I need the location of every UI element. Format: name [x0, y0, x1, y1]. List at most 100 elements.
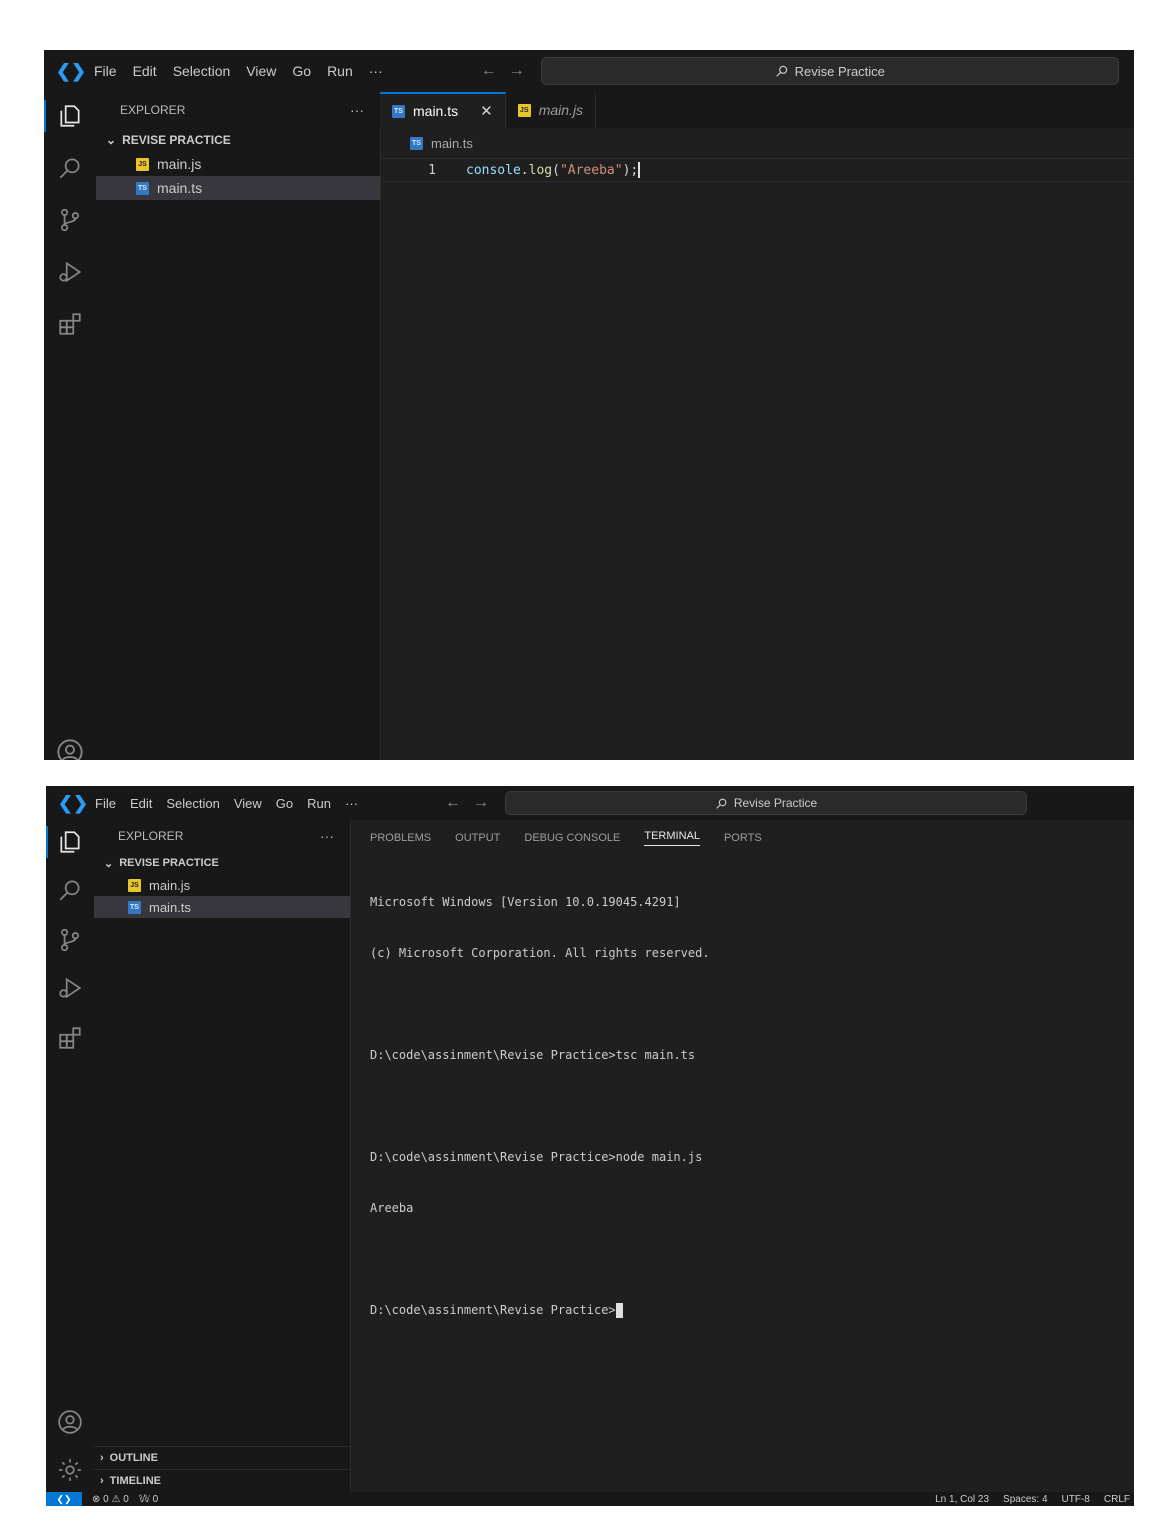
- menu-more[interactable]: ···: [338, 796, 365, 811]
- file-item-main-js[interactable]: JS main.js: [96, 152, 380, 176]
- js-file-icon: JS: [517, 103, 531, 117]
- tab-label: main.ts: [413, 103, 459, 119]
- token-function: log: [528, 162, 553, 178]
- breadcrumb-file: main.ts: [431, 136, 473, 151]
- source-control-icon[interactable]: [44, 200, 96, 240]
- file-item-main-js[interactable]: JS main.js: [94, 874, 350, 896]
- token-close: );: [622, 162, 639, 178]
- close-icon[interactable]: ✕: [480, 102, 493, 120]
- menu-view[interactable]: View: [227, 796, 269, 811]
- title-bar: ❮❯ File Edit Selection View Go Run ··· ←…: [46, 786, 1134, 820]
- editor-tabs: TS main.ts ✕ JS main.js: [380, 92, 1134, 128]
- menu-selection[interactable]: Selection: [165, 63, 239, 79]
- back-arrow-icon[interactable]: ←: [445, 794, 461, 812]
- menu-go[interactable]: Go: [269, 796, 300, 811]
- explorer-icon[interactable]: [44, 96, 96, 136]
- tab-terminal[interactable]: TERMINAL: [644, 830, 700, 846]
- timeline-section[interactable]: › TIMELINE: [94, 1469, 350, 1492]
- source-control-icon[interactable]: [46, 920, 94, 960]
- cursor-position[interactable]: Ln 1, Col 23: [935, 1494, 989, 1505]
- token-open-paren: (: [552, 162, 560, 178]
- extensions-icon[interactable]: [44, 304, 96, 344]
- file-item-main-ts[interactable]: TS main.ts: [94, 896, 350, 918]
- menu-run[interactable]: Run: [319, 63, 361, 79]
- chevron-down-icon: ⌄: [104, 857, 114, 870]
- search-icon[interactable]: [44, 148, 96, 188]
- folder-label: REVISE PRACTICE: [119, 857, 219, 869]
- tab-debug-console[interactable]: DEBUG CONSOLE: [524, 832, 620, 844]
- js-file-icon: JS: [136, 157, 149, 171]
- tab-main-js[interactable]: JS main.js: [506, 92, 597, 128]
- search-label: Revise Practice: [794, 63, 885, 79]
- menu-go[interactable]: Go: [284, 63, 319, 79]
- tab-problems[interactable]: PROBLEMS: [370, 832, 431, 844]
- menu-run[interactable]: Run: [300, 796, 338, 811]
- terminal-line: Areeba: [370, 1201, 414, 1215]
- navigation-arrows: ← →: [481, 62, 525, 80]
- menu-selection[interactable]: Selection: [159, 796, 226, 811]
- account-icon[interactable]: [46, 1402, 94, 1442]
- terminal-prompt: D:\code\assinment\Revise Practice>: [370, 1303, 616, 1317]
- terminal-cursor: [615, 1303, 623, 1318]
- activity-bar: [44, 92, 97, 760]
- js-file-icon: JS: [128, 878, 141, 892]
- problems-status[interactable]: ⊗ 0 ⚠ 0: [92, 1494, 129, 1505]
- tab-ports[interactable]: PORTS: [724, 832, 762, 844]
- forward-arrow-icon[interactable]: →: [473, 794, 489, 812]
- settings-gear-icon[interactable]: [46, 1450, 94, 1490]
- ports-status[interactable]: 𝕎 0: [139, 1494, 158, 1505]
- remote-indicator-icon[interactable]: ❮❯: [46, 1492, 82, 1506]
- explorer-sidebar: EXPLORER ··· ⌄ REVISE PRACTICE JS main.j…: [96, 92, 381, 760]
- folder-revise-practice[interactable]: ⌄ REVISE PRACTICE: [96, 128, 380, 152]
- extensions-icon[interactable]: [46, 1018, 94, 1058]
- command-center-search[interactable]: Revise Practice: [505, 791, 1027, 815]
- explorer-more-button[interactable]: ···: [320, 828, 334, 844]
- terminal-output[interactable]: Microsoft Windows [Version 10.0.19045.42…: [370, 860, 1124, 1353]
- file-item-main-ts[interactable]: TS main.ts: [96, 176, 380, 200]
- file-label: main.js: [149, 877, 191, 893]
- folder-revise-practice[interactable]: ⌄ REVISE PRACTICE: [94, 852, 350, 874]
- menu-file[interactable]: File: [86, 63, 125, 79]
- file-label: main.ts: [149, 899, 191, 915]
- text-cursor: [638, 162, 641, 178]
- terminal-line: (c) Microsoft Corporation. All rights re…: [370, 946, 710, 960]
- vscode-logo-icon: ❮❯: [57, 792, 89, 813]
- line-ending[interactable]: CRLF: [1104, 1494, 1130, 1505]
- file-label: main.ts: [157, 180, 203, 196]
- token-object: console: [466, 162, 521, 178]
- run-debug-icon[interactable]: [46, 968, 94, 1008]
- explorer-more-button[interactable]: ···: [350, 102, 364, 118]
- back-arrow-icon[interactable]: ←: [481, 62, 497, 80]
- search-label: Revise Practice: [733, 796, 818, 810]
- tab-main-ts[interactable]: TS main.ts ✕: [380, 92, 506, 128]
- explorer-title: EXPLORER: [118, 829, 184, 843]
- forward-arrow-icon[interactable]: →: [509, 62, 525, 80]
- breadcrumb[interactable]: TS main.ts: [410, 136, 473, 151]
- menu-edit[interactable]: Edit: [123, 796, 159, 811]
- search-icon[interactable]: [46, 870, 94, 910]
- section-label: OUTLINE: [109, 1452, 158, 1464]
- menu-view[interactable]: View: [238, 63, 284, 79]
- menu-file[interactable]: File: [88, 796, 123, 811]
- ts-file-icon: TS: [410, 137, 423, 150]
- menu-more[interactable]: ···: [361, 63, 391, 79]
- terminal-line: D:\code\assinment\Revise Practice>tsc ma…: [370, 1048, 696, 1062]
- code-line[interactable]: 1 console . log ( "Areeba" );: [380, 158, 1134, 182]
- terminal-screenshot: ❮❯ File Edit Selection View Go Run ··· ←…: [46, 786, 1134, 1506]
- command-center-search[interactable]: Revise Practice: [540, 57, 1119, 85]
- search-icon: [775, 65, 787, 77]
- account-icon[interactable]: [56, 738, 84, 760]
- indentation[interactable]: Spaces: 4: [1003, 1494, 1047, 1505]
- status-right: Ln 1, Col 23 Spaces: 4 UTF-8 CRLF: [935, 1494, 1134, 1505]
- menu-edit[interactable]: Edit: [125, 63, 165, 79]
- explorer-header: EXPLORER ···: [96, 92, 380, 128]
- run-debug-icon[interactable]: [44, 252, 96, 292]
- line-number: 1: [428, 162, 436, 178]
- encoding[interactable]: UTF-8: [1062, 1494, 1090, 1505]
- token-dot: .: [520, 162, 529, 178]
- outline-section[interactable]: › OUTLINE: [94, 1446, 350, 1469]
- explorer-icon[interactable]: [46, 822, 94, 862]
- tab-output[interactable]: OUTPUT: [455, 832, 500, 844]
